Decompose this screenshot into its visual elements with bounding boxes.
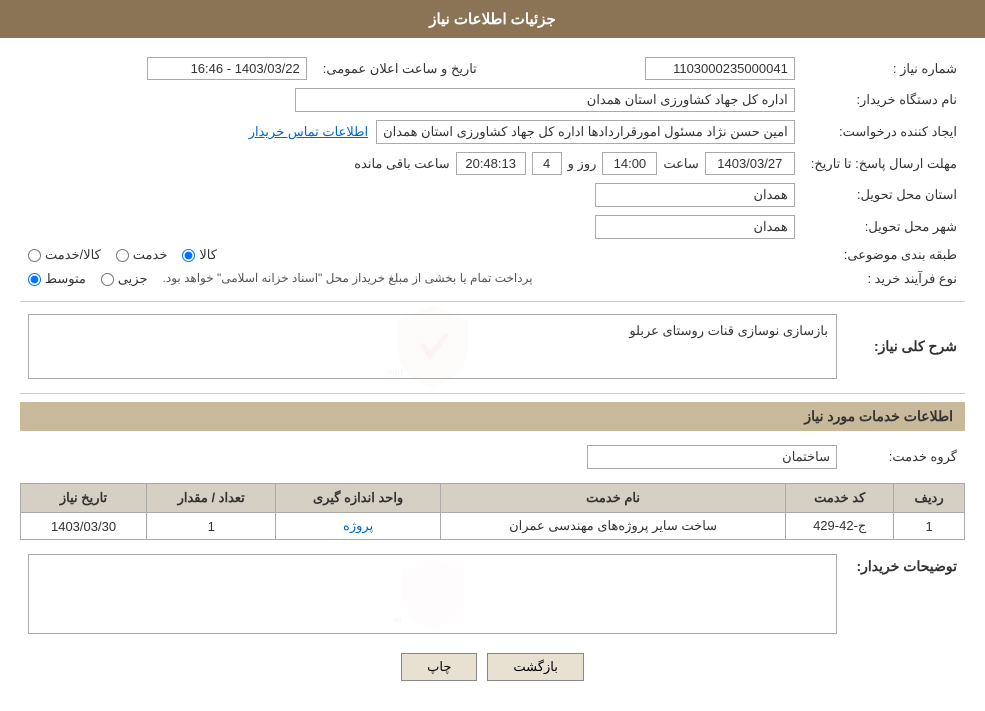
col-header-code: کد خدمت [786, 484, 894, 513]
services-group-input: ساختمان [587, 445, 837, 469]
divider-2 [20, 393, 965, 394]
purchase-type-jozi[interactable]: جزیی [101, 271, 148, 287]
purchase-type-motaset[interactable]: متوسط [28, 271, 86, 287]
service-name: ساخت سایر پروژه‌های مهندسی عمران [440, 513, 785, 540]
col-header-unit: واحد اندازه گیری [276, 484, 441, 513]
main-info-table: شماره نیاز : 1103000235000041 تاریخ و سا… [20, 53, 965, 291]
category-option-kala-khedmat[interactable]: کالا/خدمت [28, 247, 101, 263]
need-desc-area: بازسازی نوسازی قنات روستای عربلو AnaFend… [28, 314, 837, 379]
creator-contact-link[interactable]: اطلاعات تماس خریدار [249, 124, 368, 140]
need-number-row: شماره نیاز : 1103000235000041 تاریخ و سا… [20, 53, 965, 84]
col-header-name: نام خدمت [440, 484, 785, 513]
category-option-khedmat[interactable]: خدمت [116, 247, 168, 263]
watermark: AnaFender.net [388, 300, 478, 393]
services-table: ردیف کد خدمت نام خدمت واحد اندازه گیری ت… [20, 483, 965, 540]
services-table-header-row: ردیف کد خدمت نام خدمت واحد اندازه گیری ت… [21, 484, 965, 513]
buyer-org-input: اداره کل جهاد کشاورزی استان همدان [295, 88, 795, 112]
response-date-input: 1403/03/27 [705, 152, 795, 175]
province-input: همدان [595, 183, 795, 207]
province-label: استان محل تحویل: [803, 179, 965, 211]
city-row: شهر محل تحویل: همدان [20, 211, 965, 243]
need-number-value: 1103000235000041 [525, 53, 803, 84]
buyer-desc-area: AnaFender.net [28, 554, 837, 634]
need-desc-value: بازسازی نوسازی قنات روستای عربلو [629, 323, 828, 338]
page-title: جزئیات اطلاعات نیاز [429, 11, 556, 28]
remaining-time-input: 20:48:13 [456, 152, 526, 175]
service-date: 1403/03/30 [21, 513, 147, 540]
announce-date-input: 1403/03/22 - 16:46 [147, 57, 307, 80]
page-wrapper: جزئیات اطلاعات نیاز شماره نیاز : 1103000… [0, 0, 985, 711]
category-option-kala[interactable]: کالا [182, 247, 217, 263]
svg-text:AnaFender.net: AnaFender.net [393, 615, 403, 624]
category-label: طبقه بندی موضوعی: [803, 243, 965, 267]
purchase-type-radio-group: متوسط جزیی [28, 271, 148, 287]
buyer-org-value: اداره کل جهاد کشاورزی استان همدان [20, 84, 803, 116]
divider-1 [20, 301, 965, 302]
services-group-label: گروه خدمت: [845, 441, 965, 473]
buyer-desc-table: توضیحات خریدار: AnaFender.net [20, 550, 965, 638]
service-code: ج-42-429 [786, 513, 894, 540]
response-date-row: مهلت ارسال پاسخ: تا تاریخ: 1403/03/27 سا… [20, 148, 965, 179]
announce-date-value: 1403/03/22 - 16:46 [20, 53, 315, 84]
category-radio-group: کالا/خدمت خدمت کالا [28, 247, 795, 263]
back-button[interactable]: بازگشت [487, 653, 583, 681]
buyer-org-label: نام دستگاه خریدار: [803, 84, 965, 116]
creator-label: ایجاد کننده درخواست: [803, 116, 965, 148]
content-area: شماره نیاز : 1103000235000041 تاریخ و سا… [0, 38, 985, 711]
services-group-table: گروه خدمت: ساختمان [20, 441, 965, 473]
need-number-label: شماره نیاز : [803, 53, 965, 84]
purchase-description: پرداخت تمام یا بخشی از مبلغ خریداز محل "… [163, 271, 533, 285]
print-button[interactable]: چاپ [401, 653, 477, 681]
response-time-input: 14:00 [602, 152, 657, 175]
remaining-label: ساعت باقی مانده [354, 156, 449, 172]
province-row: استان محل تحویل: همدان [20, 179, 965, 211]
services-table-body: 1 ج-42-429 ساخت سایر پروژه‌های مهندسی عم… [21, 513, 965, 540]
response-time-label: ساعت [663, 156, 698, 172]
response-date-label: مهلت ارسال پاسخ: تا تاریخ: [803, 148, 965, 179]
city-input: همدان [595, 215, 795, 239]
service-unit: پروژه [276, 513, 441, 540]
creator-row: ایجاد کننده درخواست: امین حسن نژاد مسئول… [20, 116, 965, 148]
col-header-date: تاریخ نیاز [21, 484, 147, 513]
announce-date-label: تاریخ و ساعت اعلان عمومی: [315, 53, 485, 84]
need-desc-label: شرح کلی نیاز: [845, 310, 965, 383]
services-table-head: ردیف کد خدمت نام خدمت واحد اندازه گیری ت… [21, 484, 965, 513]
creator-value: امین حسن نژاد مسئول امورقراردادها اداره … [20, 116, 803, 148]
need-desc-row: شرح کلی نیاز: بازسازی نوسازی قنات روستای… [20, 310, 965, 383]
bottom-buttons: بازگشت چاپ [20, 653, 965, 681]
col-header-row: ردیف [894, 484, 965, 513]
row-number: 1 [894, 513, 965, 540]
response-date-container: 1403/03/27 ساعت 14:00 روز و 4 20:48:13 [28, 152, 795, 175]
services-section-title: اطلاعات خدمات مورد نیاز [20, 402, 965, 431]
table-row: 1 ج-42-429 ساخت سایر پروژه‌های مهندسی عم… [21, 513, 965, 540]
response-day-label: روز و [568, 156, 597, 172]
buyer-org-row: نام دستگاه خریدار: اداره کل جهاد کشاورزی… [20, 84, 965, 116]
response-days-input: 4 [532, 152, 562, 175]
category-row: طبقه بندی موضوعی: کالا/خدمت خدمت کالا [20, 243, 965, 267]
buyer-desc-row: توضیحات خریدار: AnaFender.net [20, 550, 965, 638]
service-quantity: 1 [147, 513, 276, 540]
page-header: جزئیات اطلاعات نیاز [0, 0, 985, 38]
svg-text:AnaFender.net: AnaFender.net [388, 367, 403, 378]
creator-input: امین حسن نژاد مسئول امورقراردادها اداره … [376, 120, 795, 144]
purchase-type-row: نوع فرآیند خرید : متوسط جزیی [20, 267, 965, 291]
buyer-watermark: AnaFender.net [393, 553, 473, 636]
need-desc-table: شرح کلی نیاز: بازسازی نوسازی قنات روستای… [20, 310, 965, 383]
services-group-row: گروه خدمت: ساختمان [20, 441, 965, 473]
need-number-input: 1103000235000041 [645, 57, 795, 80]
city-label: شهر محل تحویل: [803, 211, 965, 243]
col-header-quantity: تعداد / مقدار [147, 484, 276, 513]
buyer-desc-label: توضیحات خریدار: [845, 550, 965, 638]
purchase-type-label: نوع فرآیند خرید : [803, 267, 965, 291]
